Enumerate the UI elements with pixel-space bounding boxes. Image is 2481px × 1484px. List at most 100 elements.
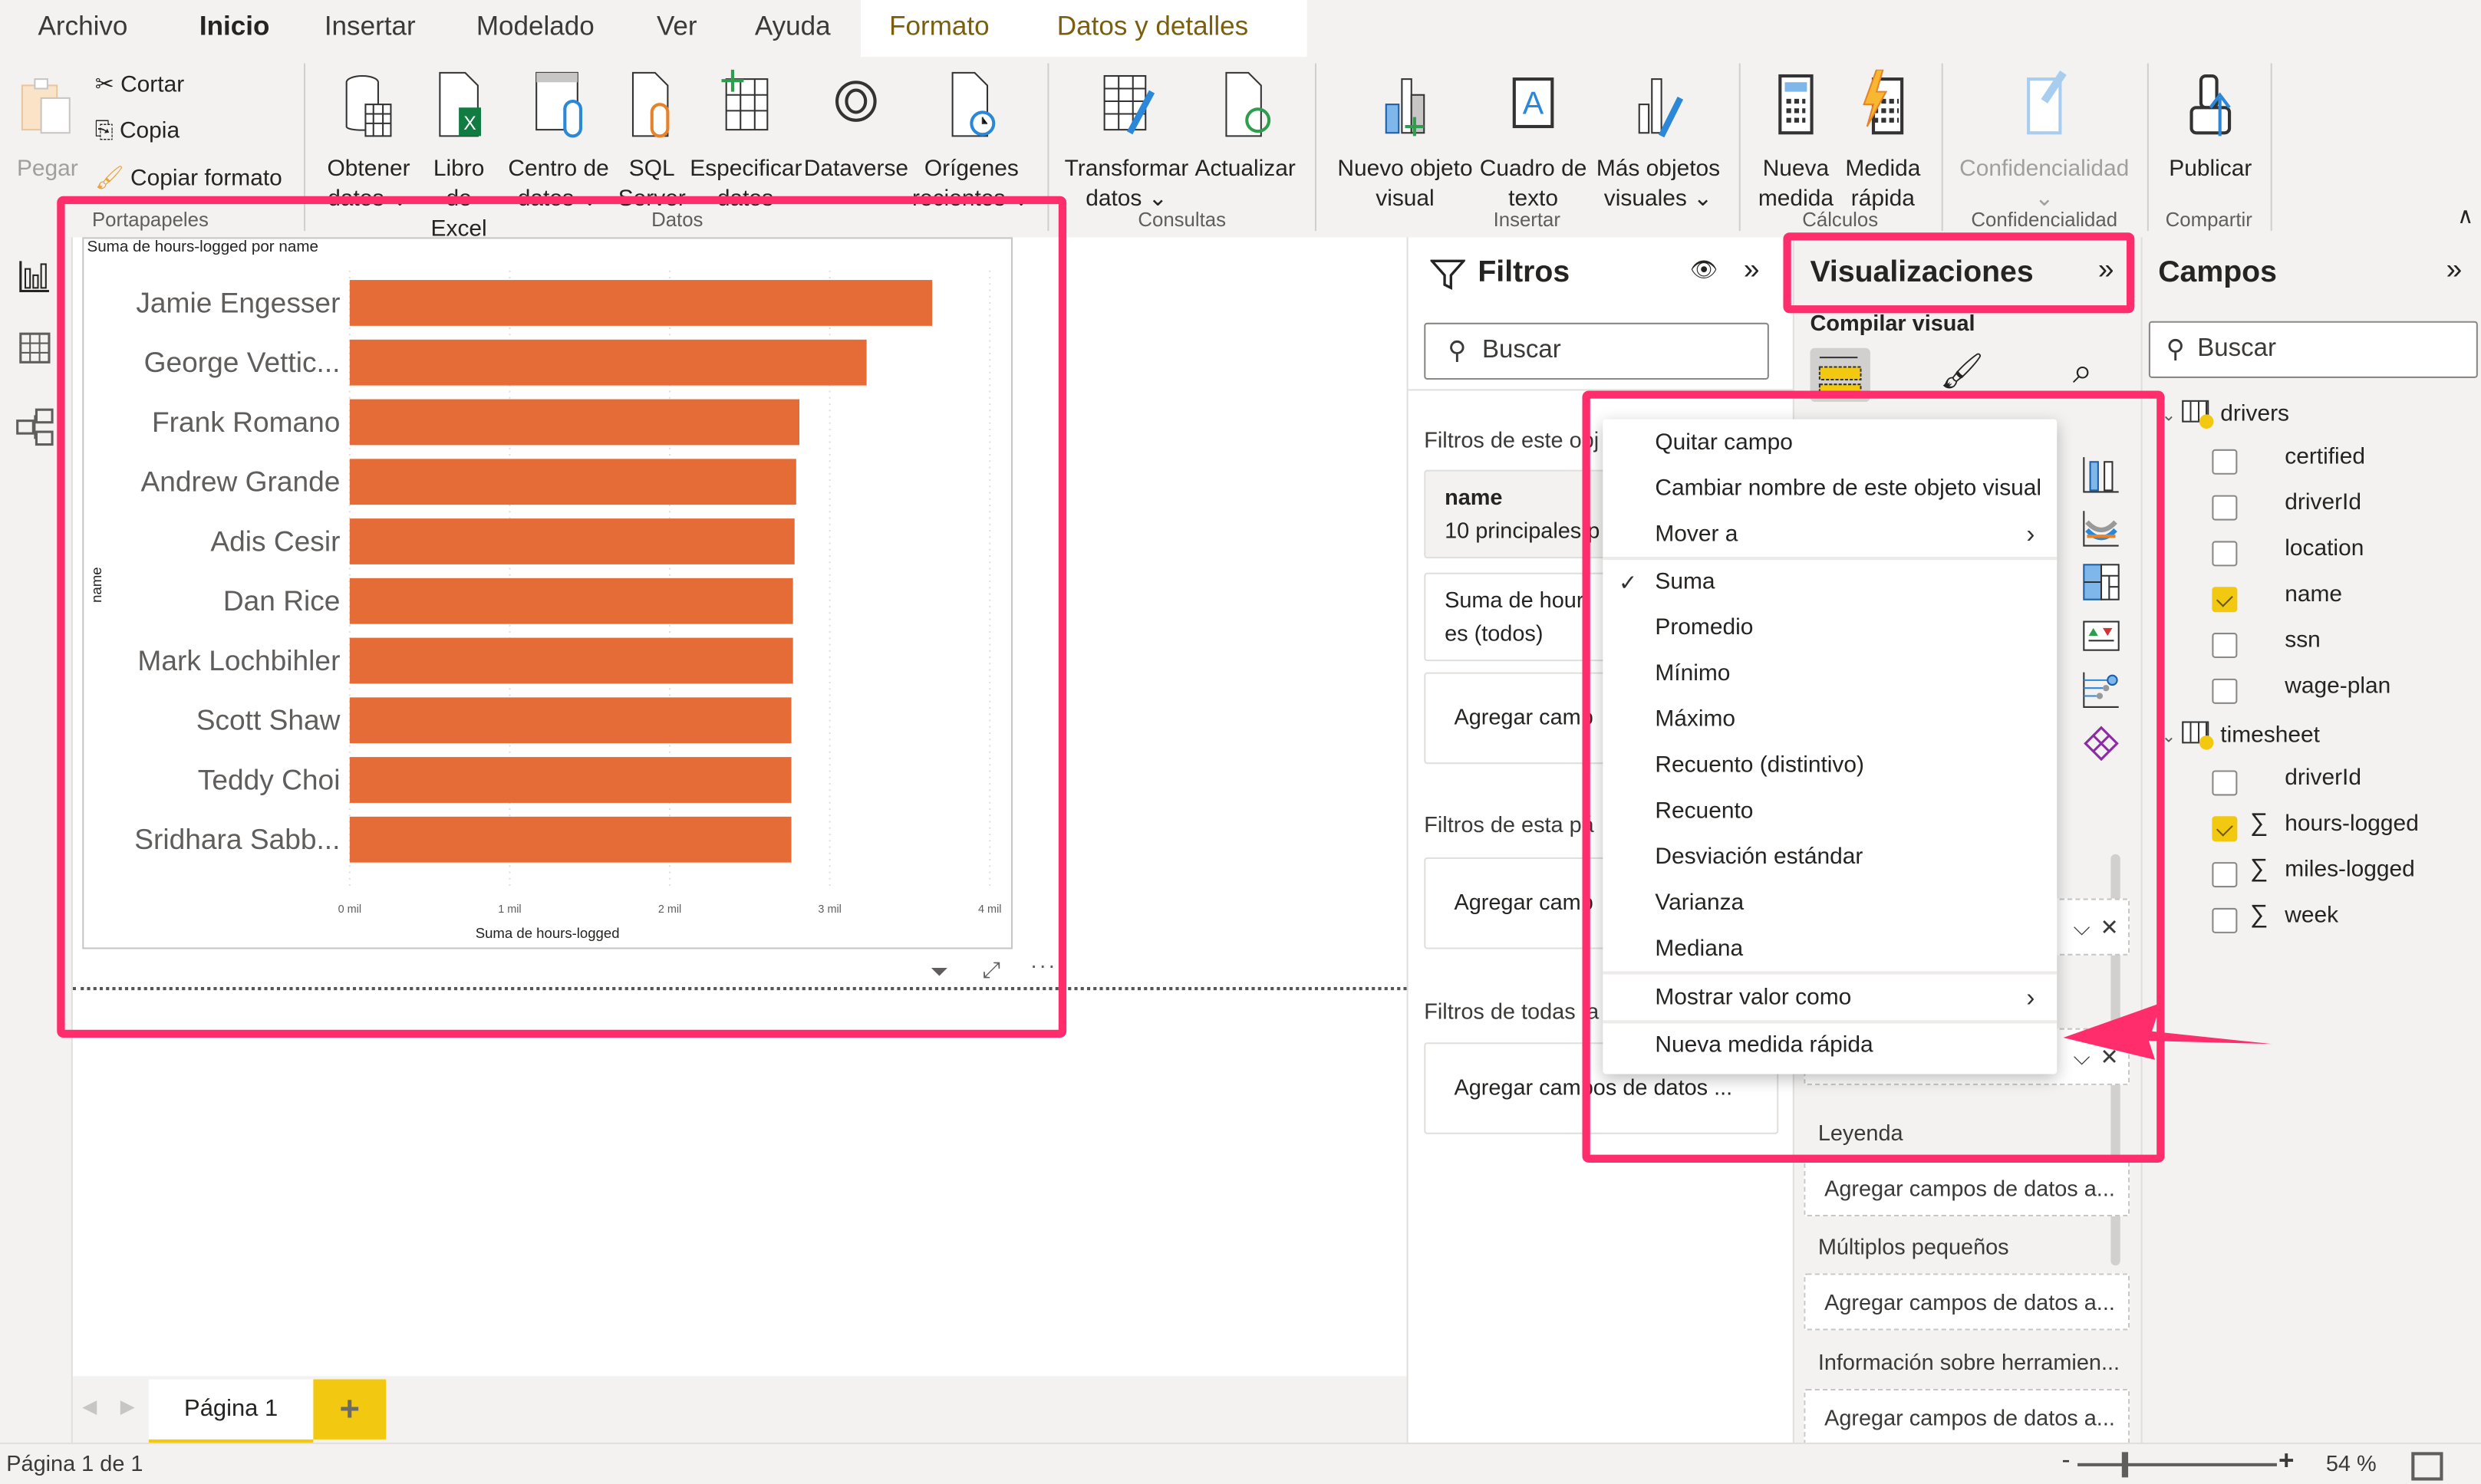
zoom-out-button[interactable]: - xyxy=(2061,1447,2070,1476)
ribbon-chart-icon[interactable] xyxy=(2082,509,2120,548)
tab-modelado[interactable]: Modelado xyxy=(476,0,595,57)
bar[interactable] xyxy=(349,339,867,386)
cut-button[interactable]: ✂ Cortar xyxy=(95,73,184,98)
field-checkbox[interactable] xyxy=(2212,678,2238,704)
kpi-icon[interactable] xyxy=(2082,617,2120,655)
chevron-down-icon[interactable]: ⌵ xyxy=(2074,900,2091,954)
field-checkbox[interactable] xyxy=(2212,541,2238,567)
tab-ayuda[interactable]: Ayuda xyxy=(755,0,831,57)
context-menu-item[interactable]: Varianza xyxy=(1603,881,2057,927)
field-checkbox[interactable] xyxy=(2212,862,2238,888)
zoom-slider-handle[interactable] xyxy=(2121,1452,2129,1478)
bar-chart-visual[interactable]: Suma de hours-logged por name 0 mil 1 mil… xyxy=(82,237,1013,949)
focus-mode-icon[interactable]: ⤢ xyxy=(983,957,1000,984)
expand-chevron-icon[interactable]: ⌄ xyxy=(2161,406,2176,426)
analytics-icon[interactable]: ⌕ xyxy=(2073,351,2092,393)
datahub-button[interactable]: Centro de datos ⌄ xyxy=(503,70,614,216)
context-menu-item[interactable]: Cambiar nombre de este objeto visual xyxy=(1603,466,2057,512)
tab-formato[interactable]: Formato xyxy=(861,0,1029,58)
eye-icon[interactable]: 👁 xyxy=(1690,256,1718,283)
table-node-timesheet[interactable]: ⌄ timesheet xyxy=(2161,719,2320,750)
page-tab-1[interactable]: Página 1 xyxy=(148,1379,314,1446)
bar[interactable] xyxy=(349,757,792,803)
format-painter-button[interactable]: 🖌 Copiar formato xyxy=(95,165,282,192)
bar[interactable] xyxy=(349,280,933,326)
zoom-slider[interactable] xyxy=(2077,1463,2277,1466)
zoom-in-button[interactable]: + xyxy=(2278,1446,2294,1477)
tab-inicio[interactable]: Inicio xyxy=(199,0,271,67)
field-checkbox[interactable] xyxy=(2212,449,2238,475)
add-page-button[interactable]: + xyxy=(313,1379,387,1440)
column-chart-icon[interactable] xyxy=(2082,456,2120,494)
key-influencers-icon[interactable] xyxy=(2082,671,2120,709)
context-menu-item[interactable]: Mínimo xyxy=(1603,652,2057,698)
context-menu-item[interactable]: Máximo xyxy=(1603,698,2057,744)
field-checkbox[interactable] xyxy=(2212,770,2238,796)
build-visual-tab[interactable] xyxy=(1810,347,1870,402)
new-visual-button[interactable]: Nuevo objeto visual xyxy=(1333,70,1478,216)
remove-field-icon[interactable]: ✕ xyxy=(2100,900,2118,954)
bar[interactable] xyxy=(349,577,793,624)
more-visuals-button[interactable]: Más objetos visuales ⌄ xyxy=(1589,70,1728,216)
quick-measure-button[interactable]: Medida rápida xyxy=(1839,68,1928,216)
format-visual-icon[interactable]: 🖌 xyxy=(1940,351,1985,393)
legend-well[interactable]: Agregar campos de datos a... xyxy=(1804,1159,2130,1217)
paste-button[interactable]: Pegar xyxy=(13,70,83,186)
filters-search-input[interactable]: ⚲ Buscar xyxy=(1424,322,1769,380)
context-menu-item[interactable]: Desviación estándar xyxy=(1603,835,2057,881)
recent-sources-button[interactable]: Orígenes recientes ⌄ xyxy=(911,70,1032,216)
report-view-icon[interactable] xyxy=(19,259,51,294)
tab-ver[interactable]: Ver xyxy=(657,0,697,57)
context-menu-item[interactable]: ✓ Suma xyxy=(1603,560,2057,606)
sensitivity-button[interactable]: Confidencialidad ⌄ xyxy=(1955,70,2133,216)
context-menu-item[interactable]: Mostrar valor como › xyxy=(1603,976,2057,1022)
data-view-icon[interactable] xyxy=(19,332,51,364)
expand-chevron-icon[interactable]: ⌄ xyxy=(2161,728,2176,747)
bar[interactable] xyxy=(349,816,792,863)
field-checkbox[interactable] xyxy=(2212,816,2238,842)
sql-server-button[interactable]: SQL Server xyxy=(617,70,687,216)
bar[interactable] xyxy=(349,697,792,744)
model-view-icon[interactable] xyxy=(16,408,54,446)
collapse-filters-icon[interactable]: » xyxy=(1744,253,1760,286)
field-checkbox[interactable] xyxy=(2212,633,2238,658)
field-checkbox[interactable] xyxy=(2212,587,2238,613)
power-apps-icon[interactable] xyxy=(2082,725,2120,763)
enter-data-button[interactable]: Especificar datos xyxy=(690,69,802,216)
tab-datos-detalles[interactable]: Datos y detalles xyxy=(1028,0,1307,58)
prev-page-icon[interactable]: ◀ xyxy=(82,1395,97,1417)
treemap-icon[interactable] xyxy=(2082,563,2120,601)
new-measure-button[interactable]: Nueva medida xyxy=(1753,70,1838,216)
transform-data-button[interactable]: Transformar datos ⌄ xyxy=(1063,70,1190,216)
field-checkbox[interactable] xyxy=(2212,907,2238,933)
text-box-button[interactable]: A Cuadro de texto xyxy=(1478,70,1588,216)
fields-search-input[interactable]: ⚲ Buscar xyxy=(2148,321,2478,378)
next-page-icon[interactable]: ▶ xyxy=(120,1395,135,1417)
context-menu-item[interactable]: Mediana xyxy=(1603,927,2057,973)
context-menu-item[interactable]: Promedio xyxy=(1603,606,2057,652)
small-multiples-well[interactable]: Agregar campos de datos a... xyxy=(1804,1273,2130,1331)
copy-button[interactable]: ⎘ Copia xyxy=(95,119,180,144)
publish-button[interactable]: Publicar xyxy=(2161,70,2259,186)
bar[interactable] xyxy=(349,399,800,446)
context-menu-item[interactable]: Nueva medida rápida xyxy=(1603,1023,2057,1069)
bar[interactable] xyxy=(349,459,796,505)
collapse-visualizations-icon[interactable]: » xyxy=(2098,253,2114,286)
table-node-drivers[interactable]: ⌄ drivers xyxy=(2161,399,2289,429)
context-menu-item[interactable]: Mover a › xyxy=(1603,512,2057,558)
tab-archivo[interactable]: Archivo xyxy=(38,0,128,57)
filter-icon[interactable]: ⏷ xyxy=(931,959,948,985)
dataverse-button[interactable]: Dataverse xyxy=(804,70,908,186)
report-canvas[interactable]: Suma de hours-logged por name 0 mil 1 mil… xyxy=(72,237,1407,1377)
context-menu-item[interactable]: Recuento xyxy=(1603,789,2057,835)
bar[interactable] xyxy=(349,518,795,564)
fit-to-page-icon[interactable] xyxy=(2411,1452,2443,1481)
tooltips-well[interactable]: Agregar campos de datos a... xyxy=(1804,1388,2130,1446)
collapse-fields-icon[interactable]: » xyxy=(2446,253,2463,286)
more-options-icon[interactable]: ··· xyxy=(1030,953,1057,978)
get-data-button[interactable]: Obtener datos ⌄ xyxy=(320,70,418,216)
context-menu-item[interactable]: Recuento (distintivo) xyxy=(1603,743,2057,789)
field-checkbox[interactable] xyxy=(2212,495,2238,521)
tab-insertar[interactable]: Insertar xyxy=(325,0,416,57)
context-menu-item[interactable]: Quitar campo xyxy=(1603,421,2057,467)
